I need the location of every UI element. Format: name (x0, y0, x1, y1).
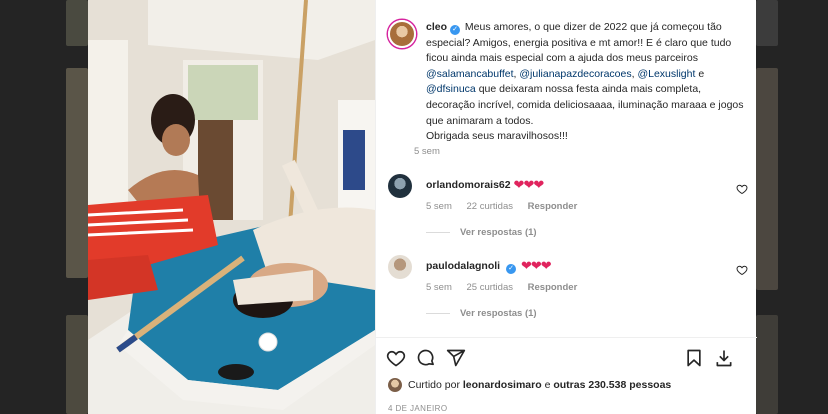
post-modal: cleo ✓ Meus amores, o que dizer de 2022 q… (88, 0, 757, 414)
download-icon[interactable] (714, 348, 734, 368)
author-avatar[interactable] (388, 20, 416, 48)
verified-icon: ✓ (506, 264, 517, 274)
caption-text: Meus amores, o que dizer de 2022 que já … (426, 21, 732, 65)
likes-summary: Curtido por leonardosimaro e outras 230.… (388, 378, 671, 392)
comment-timestamp[interactable]: 5 sem (426, 201, 452, 212)
caption-closing: Obrigada seus maravilhosos!!! (426, 130, 568, 143)
post-photo-illustration (88, 0, 375, 414)
reply-button[interactable]: Responder (528, 201, 578, 212)
heart-icon[interactable] (386, 348, 406, 368)
likes-prefix: Curtido por (408, 379, 460, 391)
liker-avatar[interactable] (388, 378, 402, 392)
comment-likes[interactable]: 22 curtidas (467, 201, 513, 212)
likes-connector: e (544, 379, 551, 391)
comment-likes[interactable]: 25 curtidas (467, 282, 513, 293)
share-icon[interactable] (446, 348, 466, 368)
post-photo[interactable] (88, 0, 375, 414)
post-caption: cleo ✓ Meus amores, o que dizer de 2022 q… (388, 20, 748, 145)
background-post-thumbnail[interactable] (756, 0, 778, 46)
commenter-username[interactable]: orlandomorais62 (426, 179, 511, 191)
comment-icon[interactable] (416, 348, 436, 368)
post-actions-bar: Curtido por leonardosimaro e outras 230.… (376, 337, 757, 414)
mention-link[interactable]: @Lexuslight (637, 68, 695, 80)
background-post-thumbnail[interactable] (66, 68, 88, 278)
view-replies-button[interactable]: Ver respostas (1) (426, 227, 537, 238)
reply-button[interactable]: Responder (528, 282, 578, 293)
comment-text: ❤❤❤ (513, 177, 545, 192)
commenter-avatar[interactable] (388, 255, 412, 279)
background-post-thumbnail[interactable] (66, 315, 88, 414)
bookmark-icon[interactable] (684, 348, 704, 368)
post-details-panel: cleo ✓ Meus amores, o que dizer de 2022 q… (375, 0, 757, 414)
heart-icon[interactable] (736, 183, 748, 195)
mention-link[interactable]: @julianapazdecoracoes (519, 68, 631, 80)
background-post-thumbnail[interactable] (756, 68, 778, 290)
caption-separator: e (695, 67, 705, 80)
view-replies-button[interactable]: Ver respostas (1) (426, 308, 537, 319)
mention-link[interactable]: @dfsinuca (426, 83, 476, 95)
author-username[interactable]: cleo (426, 21, 447, 33)
liker-username[interactable]: leonardosimaro (463, 379, 542, 391)
verified-icon: ✓ (450, 25, 461, 35)
commenter-username[interactable]: paulodalagnoli (426, 260, 500, 272)
caption-timestamp[interactable]: 5 sem (414, 146, 440, 157)
background-post-thumbnail[interactable] (66, 0, 88, 46)
commenter-avatar[interactable] (388, 174, 412, 198)
background-post-thumbnail[interactable] (756, 315, 778, 414)
heart-icon[interactable] (736, 264, 748, 276)
comment-text: ❤❤❤ (520, 258, 552, 273)
mention-link[interactable]: @salamancabuffet (426, 68, 514, 80)
post-date[interactable]: 4 DE JANEIRO (388, 404, 447, 413)
likes-count-link[interactable]: outras 230.538 pessoas (553, 379, 671, 391)
comment-timestamp[interactable]: 5 sem (426, 282, 452, 293)
